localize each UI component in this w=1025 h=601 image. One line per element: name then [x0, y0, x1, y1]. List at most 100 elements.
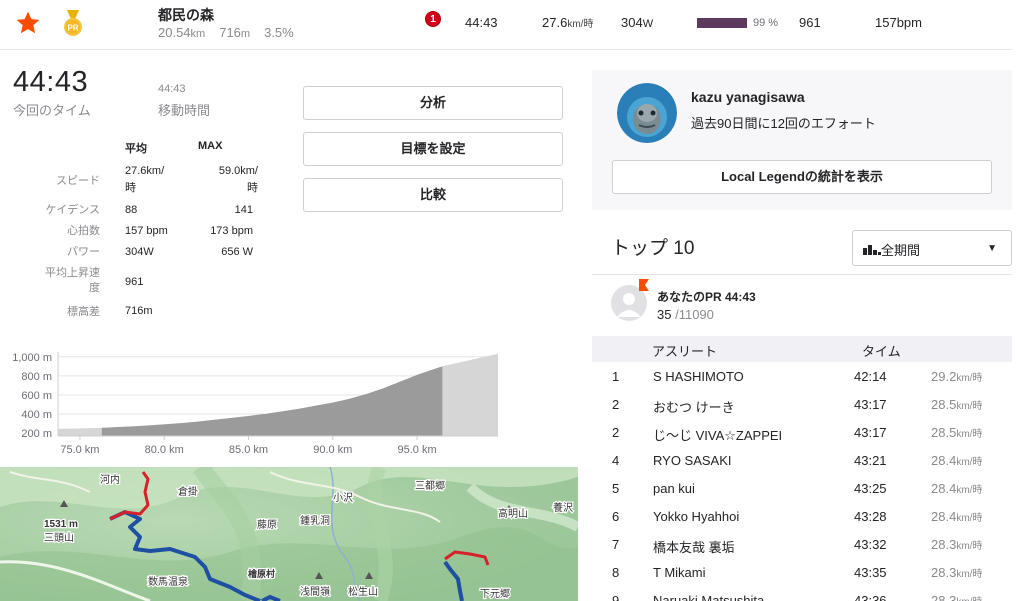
- elapsed-time: 44:43: [13, 66, 89, 98]
- stats-label-cadence: ケイデンス: [45, 204, 100, 216]
- leaderboard-speed-unit: km/時: [956, 569, 983, 580]
- leaderboard-time: 43:35: [854, 565, 887, 580]
- leaderboard-speed-unit: km/時: [956, 597, 982, 601]
- segment-elevation: 716: [219, 25, 241, 40]
- stats-max-cadence: 141: [234, 204, 253, 216]
- leaderboard-rank: 1: [612, 369, 620, 384]
- local-legend-name[interactable]: kazu yanagisawa: [691, 89, 805, 105]
- leaderboard-row[interactable]: 2 じ〜じ VIVA☆ZAPPEI 43:17 28.5km/時: [592, 419, 1012, 447]
- leaderboard-time: 43:17: [854, 397, 887, 412]
- leaderboard-row[interactable]: 8 T Mikami 43:35 28.3km/時: [592, 559, 1012, 587]
- leaderboard-rank: 7: [612, 537, 620, 552]
- leaderboard-row[interactable]: 9 Naruaki Matsushita 43:36 28.3km/時: [592, 587, 1012, 601]
- y-tick-label: 1,000 m: [12, 352, 52, 364]
- leaderboard-speed: 28.4km/時: [931, 453, 982, 468]
- compare-button[interactable]: 比較: [303, 178, 563, 212]
- your-rank-value: 35: [657, 307, 672, 322]
- stats-label-heart-rate: 心拍数: [67, 225, 100, 237]
- segment-name-link[interactable]: 都民の森: [158, 5, 214, 25]
- leaderboard-row[interactable]: 6 Yokko Hyahhoi 43:28 28.4km/時: [592, 503, 1012, 531]
- segment-elevation-unit: m: [240, 28, 251, 40]
- leaderboard-athlete-link[interactable]: pan kui: [653, 481, 695, 496]
- leaderboard-row[interactable]: 5 pan kui 43:25 28.4km/時: [592, 475, 1012, 503]
- map-label: 檜原村: [248, 568, 275, 579]
- stats-max-power: 656 W: [221, 246, 253, 258]
- leaderboard-title: トップ 10: [611, 238, 695, 259]
- moving-time: 44:43: [158, 83, 186, 95]
- stats-max-speed: 59.0km/時: [218, 165, 258, 194]
- leaderboard-speed: 28.4km/時: [931, 509, 982, 524]
- leaderboard-speed-value: 28.4: [931, 453, 957, 468]
- leaderboard-speed: 28.5km/時: [931, 397, 982, 412]
- analyze-button[interactable]: 分析: [303, 86, 563, 120]
- star-icon[interactable]: [15, 10, 41, 36]
- elevation-chart[interactable]: 1,000 m 800 m 600 m 400 m 200 m 75.0 km 80.0 k…: [0, 340, 510, 462]
- stats-avg-elevation-diff: 716m: [125, 305, 153, 317]
- leaderboard-speed-value: 28.3: [931, 537, 957, 552]
- leaderboard-rank: 6: [612, 509, 620, 524]
- effort-power-unit: W: [642, 18, 654, 30]
- stats-avg-speed: 27.6km/時: [125, 165, 165, 194]
- y-tick-label: 200 m: [21, 428, 52, 440]
- avatar[interactable]: [617, 83, 677, 143]
- map-canvas[interactable]: 河内 倉掛 小沢 三都郷 高明山 養沢 1531 m 三頭山 藤原 鍾乳洞 数馬…: [0, 467, 578, 601]
- leaderboard-athlete-link[interactable]: T Mikami: [653, 565, 705, 580]
- x-tick-label: 80.0 km: [145, 444, 184, 456]
- segment-stats: 20.54km 716m 3.5%: [158, 25, 294, 40]
- effort-power-value: 304: [621, 15, 643, 30]
- leaderboard-time: 43:25: [854, 481, 887, 496]
- leaderboard-col-athlete: アスリート: [652, 344, 718, 359]
- stats-label-elevation-diff: 標高差: [67, 306, 100, 318]
- local-legend-stats-button[interactable]: Local Legendの統計を表示: [612, 160, 992, 194]
- route-map[interactable]: 河内 倉掛 小沢 三都郷 高明山 養沢 1531 m 三頭山 藤原 鍾乳洞 数馬…: [0, 467, 578, 601]
- leaderboard-col-time: タイム: [862, 344, 901, 359]
- leaderboard-speed-value: 28.3: [931, 593, 957, 601]
- effort-vam: 961: [799, 15, 821, 30]
- leaderboard-time: 43:17: [854, 425, 887, 440]
- leaderboard-athlete-link[interactable]: じ〜じ VIVA☆ZAPPEI: [653, 425, 782, 444]
- flag-icon: [639, 279, 649, 291]
- chevron-down-icon: ▼: [987, 243, 997, 254]
- x-tick-label: 95.0 km: [398, 444, 437, 456]
- leaderboard-athlete-link[interactable]: S HASHIMOTO: [653, 369, 744, 384]
- leaderboard-speed-unit: km/時: [956, 401, 983, 412]
- period-filter-label: 全期間: [881, 243, 921, 258]
- stats-avg-power: 304W: [125, 246, 154, 258]
- stats-label-power: パワー: [67, 246, 100, 258]
- map-label: 小沢: [333, 491, 353, 504]
- set-goal-button[interactable]: 目標を設定: [303, 132, 563, 166]
- leaderboard-athlete-link[interactable]: Yokko Hyahhoi: [653, 509, 739, 524]
- segment-distance: 20.54: [158, 25, 191, 40]
- map-label: 1531 m: [44, 519, 78, 530]
- leaderboard-row[interactable]: 7 橋本友哉 裏垢 43:32 28.3km/時: [592, 531, 1012, 559]
- stats-col-avg: 平均: [125, 143, 147, 155]
- leaderboard-rank: 8: [612, 565, 620, 580]
- leaderboard-athlete-link[interactable]: RYO SASAKI: [653, 453, 732, 468]
- stats-max-heart-rate: 173 bpm: [210, 225, 253, 237]
- leaderboard-row[interactable]: 2 おむつ けーき 43:17 28.5km/時: [592, 391, 1012, 419]
- leaderboard-speed-value: 29.2: [931, 369, 957, 384]
- leaderboard-rank: 2: [612, 397, 620, 412]
- your-rank: 35 /11090: [657, 307, 714, 322]
- leaderboard-speed-value: 28.4: [931, 481, 957, 496]
- leaderboard-row[interactable]: 4 RYO SASAKI 43:21 28.4km/時: [592, 447, 1012, 475]
- x-tick-label: 85.0 km: [229, 444, 268, 456]
- leaderboard-athlete-link[interactable]: Naruaki Matsushita: [653, 593, 764, 601]
- leaderboard-speed: 28.5km/時: [931, 425, 982, 440]
- bar-chart-icon: [863, 245, 881, 255]
- leaderboard-speed: 29.2km/時: [931, 369, 982, 384]
- leaderboard-speed-value: 28.5: [931, 397, 957, 412]
- map-label: 藤原: [257, 519, 277, 531]
- leaderboard-row[interactable]: 1 S HASHIMOTO 42:14 29.2km/時: [592, 363, 1012, 391]
- map-label: 三都郷: [415, 480, 445, 492]
- segment-grade: 3.5%: [264, 25, 294, 40]
- stats-col-max: MAX: [198, 140, 223, 152]
- leaderboard-athlete-link[interactable]: おむつ けーき: [653, 397, 735, 416]
- leaderboard-speed: 28.3km/時: [931, 565, 982, 580]
- period-filter-select[interactable]: 全期間 ▼: [852, 230, 1012, 266]
- leaderboard-athlete-link[interactable]: 橋本友哉 裏垢: [653, 537, 735, 556]
- segment-effort-row[interactable]: PR 都民の森 20.54km 716m 3.5% 1 44:43 27.6km/時…: [0, 0, 1012, 50]
- elevation-area-segment: [101, 366, 443, 436]
- leaderboard-rank: 5: [612, 481, 620, 496]
- map-label: 三頭山: [44, 532, 74, 544]
